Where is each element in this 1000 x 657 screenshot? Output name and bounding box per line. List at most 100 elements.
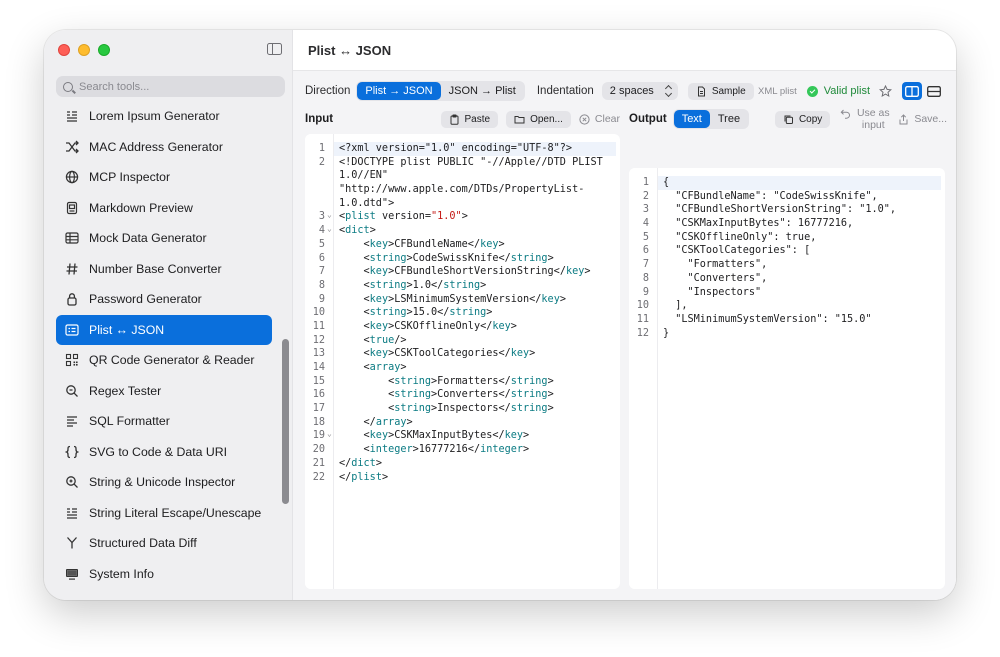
sidebar-item-label: SQL Formatter (89, 414, 170, 429)
validation-status: Valid plist (806, 85, 870, 97)
globe-icon (65, 170, 79, 184)
direction-json-to-plist[interactable]: JSON → Plist (441, 82, 524, 100)
sidebar-scrollbar[interactable] (282, 339, 289, 504)
sidebar-item-label: SVG to Code & Data URI (89, 444, 228, 459)
sidebar-item-label: Lorem Ipsum Generator (89, 109, 220, 124)
clear-button[interactable]: Clear (579, 113, 620, 125)
search-field[interactable] (56, 76, 285, 97)
rows-icon (927, 85, 941, 97)
shuffle-icon (65, 140, 79, 154)
open-label: Open... (530, 113, 563, 125)
fold-chevron-icon[interactable]: ⌄ (327, 210, 332, 219)
folder-icon (514, 115, 525, 123)
sample-button[interactable]: Sample (687, 82, 754, 100)
hash-icon (65, 262, 79, 276)
window-controls (58, 44, 110, 56)
monitor-icon (65, 567, 79, 581)
save-button[interactable]: Save... (898, 113, 947, 125)
output-view-tabs: Text Tree (672, 109, 750, 129)
use-as-input-button[interactable]: Use as input (840, 107, 890, 131)
sidebar-item-number-base[interactable]: Number Base Converter (56, 254, 272, 285)
text-lines-icon (65, 506, 79, 520)
sidebar-toggle-icon[interactable] (267, 43, 282, 55)
clear-label: Clear (594, 113, 620, 125)
tool-content: Direction Plist → JSON JSON → Plist Inde… (293, 71, 956, 600)
output-code: { "CFBundleName": "CodeSwissKnife", "CFB… (658, 176, 941, 340)
tab-tree[interactable]: Tree (710, 110, 748, 128)
table-icon (65, 231, 79, 245)
sidebar-item-qr-code[interactable]: QR Code Generator & Reader (56, 345, 272, 376)
sidebar-item-system-info[interactable]: System Info (56, 559, 272, 590)
close-window-button[interactable] (58, 44, 70, 56)
input-pane-header: Input Paste Open... Clear (305, 108, 620, 130)
sidebar-item-label: Markdown Preview (89, 200, 193, 215)
checkmark-icon (806, 85, 818, 97)
sidebar-item-label: Password Generator (89, 292, 202, 307)
input-editor[interactable]: 1 2 3 4 5 6 7 8 9 10 11 12 13 14 15 16 17 18 19 20 21 22 ⌄ ⌄ … (305, 134, 620, 589)
magnifier-icon (65, 384, 79, 398)
sidebar-item-markdown-preview[interactable]: Markdown Preview (56, 193, 272, 224)
sidebar-item-structured-diff[interactable]: Structured Data Diff (56, 528, 272, 559)
sidebar-item-string-unicode[interactable]: String & Unicode Inspector (56, 467, 272, 498)
input-line-gutter: 1 2 3 4 5 6 7 8 9 10 11 12 13 14 15 16 17 18 19 20 21 22 ⌄ ⌄ … (305, 134, 334, 589)
input-code: <?xml version="1.0" encoding="UTF-8"?> <!… (334, 142, 616, 484)
qrcode-icon (65, 353, 79, 367)
output-title: Output (629, 113, 667, 125)
zoom-window-button[interactable] (98, 44, 110, 56)
sidebar-item-label: MCP Inspector (89, 170, 171, 185)
paste-button[interactable]: Paste (440, 110, 499, 128)
sidebar-item-string-literal[interactable]: String Literal Escape/Unescape (56, 498, 272, 529)
copy-button[interactable]: Copy (774, 110, 831, 128)
sidebar-item-password-generator[interactable]: Password Generator (56, 284, 272, 315)
layout-toggle (902, 82, 944, 100)
split-vertical-button[interactable] (924, 82, 944, 100)
sidebar-item-label: Number Base Converter (89, 261, 222, 276)
output-pane-header: Output Text Tree Copy Use as input Save.… (629, 107, 947, 131)
align-left-icon (65, 414, 79, 428)
split-horizontal-button[interactable] (902, 82, 922, 100)
sidebar-item-label: Structured Data Diff (89, 536, 197, 551)
open-button[interactable]: Open... (506, 110, 571, 128)
sidebar-item-label: QR Code Generator & Reader (89, 353, 255, 368)
sidebar-item-label: Mock Data Generator (89, 231, 207, 246)
sidebar-item-mock-data[interactable]: Mock Data Generator (56, 223, 272, 254)
clear-icon (579, 113, 590, 125)
star-icon[interactable] (879, 84, 892, 98)
sidebar: Lorem Ipsum Generator MAC Address Genera… (44, 30, 293, 600)
sidebar-item-regex-tester[interactable]: Regex Tester (56, 376, 272, 407)
direction-plist-to-json[interactable]: Plist → JSON (357, 82, 441, 100)
paste-label: Paste (464, 113, 491, 125)
copy-icon (784, 115, 793, 124)
input-line-numbers: 1 2 3 4 5 6 7 8 9 10 11 12 13 14 15 16 17 18 19 20 21 22 (312, 143, 325, 483)
columns-icon (905, 85, 919, 97)
share-icon (899, 113, 908, 124)
app-window: Lorem Ipsum Generator MAC Address Genera… (44, 30, 956, 600)
magnifier-icon (65, 475, 79, 489)
output-line-numbers: 1 2 3 4 5 6 7 8 9 10 11 12 (636, 177, 649, 339)
sidebar-item-mac-address[interactable]: MAC Address Generator (56, 132, 272, 163)
search-input[interactable] (79, 80, 269, 93)
sidebar-item-svg-to-code[interactable]: SVG to Code & Data URI (56, 437, 272, 468)
minimize-window-button[interactable] (78, 44, 90, 56)
fold-chevron-icon[interactable]: ⌄ (327, 224, 332, 233)
options-toolbar: Direction Plist → JSON JSON → Plist Inde… (305, 80, 944, 102)
use-as-input-label: Use as input (856, 107, 890, 131)
output-editor[interactable]: 1 2 3 4 5 6 7 8 9 10 11 12 { "CFBundleName": "CodeS… (629, 168, 945, 589)
document-icon (65, 201, 79, 215)
direction-label: Direction (305, 85, 351, 97)
input-title: Input (305, 113, 334, 125)
indentation-select[interactable]: 2 spaces (601, 82, 678, 100)
fold-chevron-icon[interactable]: ⌄ (327, 429, 332, 438)
tab-text[interactable]: Text (673, 110, 710, 128)
sidebar-item-label: System Info (89, 566, 154, 581)
sidebar-item-label: MAC Address Generator (89, 139, 223, 154)
sidebar-item-mcp-inspector[interactable]: MCP Inspector (56, 162, 272, 193)
sample-label: Sample (711, 85, 746, 97)
tool-list: Lorem Ipsum Generator MAC Address Genera… (56, 101, 272, 589)
indentation-value: 2 spaces (609, 85, 654, 97)
sidebar-item-lorem-ipsum[interactable]: Lorem Ipsum Generator (56, 101, 272, 132)
sidebar-item-sql-formatter[interactable]: SQL Formatter (56, 406, 272, 437)
sidebar-item-plist-json[interactable]: Plist ↔ JSON (56, 314, 272, 345)
chevron-updown-icon (666, 86, 672, 96)
document-icon (697, 86, 705, 96)
